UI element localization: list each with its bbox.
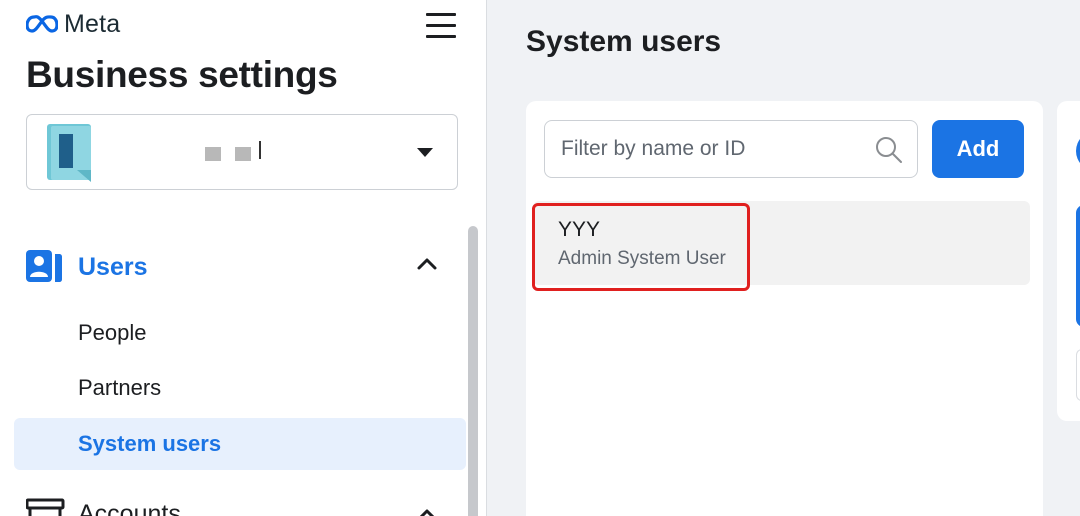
caret-down-icon xyxy=(417,148,433,157)
sidebar-section-accounts-label: Accounts xyxy=(78,500,181,516)
main-title: System users xyxy=(526,25,722,58)
detail-field[interactable] xyxy=(1076,349,1080,401)
sidebar-item-partners[interactable]: Partners xyxy=(14,362,466,414)
detail-button[interactable] xyxy=(1076,205,1080,327)
sidebar-section-users[interactable]: Users xyxy=(26,243,446,289)
chevron-up-icon[interactable] xyxy=(416,257,438,276)
add-button[interactable]: Add xyxy=(932,120,1024,178)
detail-panel xyxy=(1057,101,1080,421)
sidebar-section-users-label: Users xyxy=(78,253,148,281)
system-users-list-panel: Add YYY Admin System User xyxy=(526,101,1043,516)
avatar xyxy=(1076,131,1080,171)
sidebar-item-system-users[interactable]: System users xyxy=(14,418,466,470)
filter-field xyxy=(544,120,918,178)
app-window: Meta Business settings Users People Part… xyxy=(0,0,1080,516)
sidebar-scrollbar[interactable] xyxy=(468,226,478,516)
users-icon xyxy=(26,247,64,290)
list-item[interactable]: YYY Admin System User xyxy=(533,201,1030,285)
filter-input[interactable] xyxy=(545,121,865,177)
account-logo-icon xyxy=(47,124,95,187)
search-icon[interactable] xyxy=(875,136,903,169)
logo-text: Meta xyxy=(64,9,121,38)
accounts-icon xyxy=(25,498,66,516)
sidebar-item-people[interactable]: People xyxy=(14,307,466,359)
system-user-role: Admin System User xyxy=(558,248,726,269)
sidebar-section-accounts[interactable]: Accounts xyxy=(25,494,446,516)
chevron-up-icon[interactable] xyxy=(416,508,438,516)
account-name-redacted xyxy=(205,141,261,161)
hamburger-icon[interactable] xyxy=(424,10,458,42)
page-title: Business settings xyxy=(26,54,338,95)
meta-logo[interactable]: Meta xyxy=(26,10,120,38)
sidebar: Meta Business settings Users People Part… xyxy=(0,0,487,516)
meta-infinity-icon xyxy=(26,14,58,34)
system-user-name: YYY xyxy=(558,218,601,241)
account-selector[interactable] xyxy=(26,114,458,190)
